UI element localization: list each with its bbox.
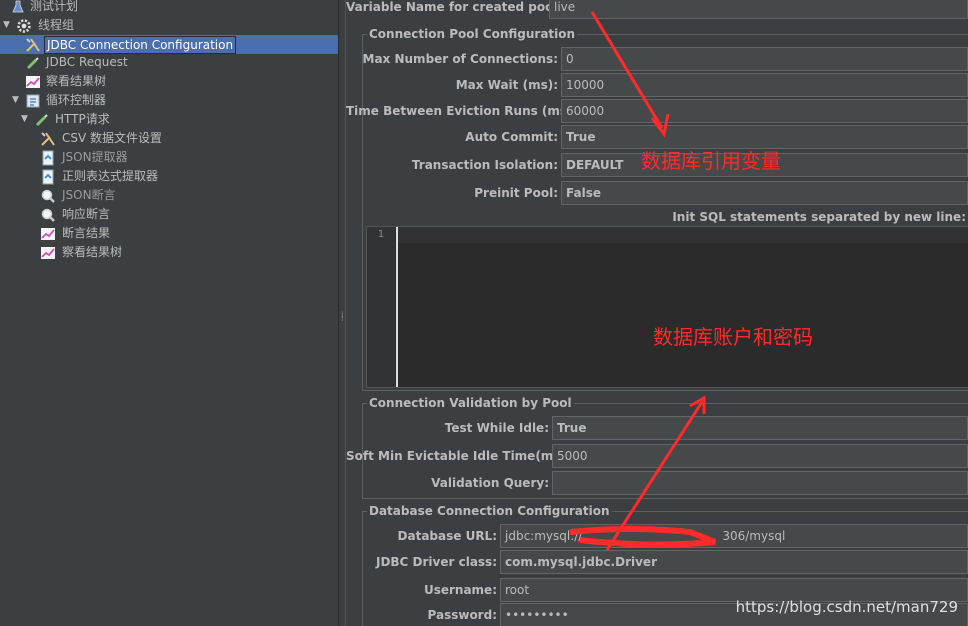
- expand-arrow-icon[interactable]: ▼: [12, 91, 22, 110]
- tree-item-label: HTTP请求: [55, 112, 110, 126]
- validation-query-row: Validation Query:: [346, 470, 968, 496]
- preinit-pool-row: Preinit Pool: False: [346, 180, 968, 206]
- magnifier-icon: [40, 188, 56, 204]
- max-wait-label: Max Wait (ms):: [455, 78, 558, 92]
- variable-name-row: Variable Name for created pool: live: [346, 0, 968, 20]
- graph-icon: [25, 74, 41, 90]
- tree-item-label: CSV 数据文件设置: [62, 131, 163, 145]
- wrench-icon: [25, 37, 41, 53]
- test-plan-tree[interactable]: 测试计划 ▼ 线程组 JDBC Connection Configuration…: [0, 0, 338, 626]
- expand-arrow-icon[interactable]: ▼: [21, 110, 31, 129]
- test-while-idle-label: Test While Idle:: [444, 421, 549, 435]
- tree-item-label: JDBC Connection Configuration: [44, 36, 237, 54]
- database-url-prefix: jdbc:mysql://: [505, 529, 583, 543]
- magnifier-icon: [40, 207, 56, 223]
- test-while-idle-row: Test While Idle: True: [346, 415, 968, 441]
- eviction-runs-input[interactable]: 60000: [561, 99, 968, 123]
- extractor-icon: [40, 169, 56, 185]
- max-connections-input[interactable]: 0: [561, 47, 968, 71]
- loop-icon: [25, 93, 41, 109]
- graph-icon: [40, 245, 56, 261]
- text-caret: [396, 227, 398, 387]
- extractor-icon: [40, 150, 56, 166]
- annotation-var-ref: 数据库引用变量: [641, 149, 781, 173]
- pane-splitter[interactable]: ⁞ ⁞: [338, 0, 346, 626]
- database-url-label: Database URL:: [397, 529, 497, 543]
- tree-item-label: JSON提取器: [62, 150, 128, 164]
- line-number-gutter: 1: [367, 227, 395, 387]
- variable-name-label: Variable Name for created pool:: [346, 0, 563, 14]
- max-wait-input[interactable]: 10000: [561, 73, 968, 97]
- max-connections-row: Max Number of Connections: 0: [346, 46, 968, 72]
- eviction-runs-row: Time Between Eviction Runs (ms): 60000: [346, 98, 968, 124]
- tree-item-label: 响应断言: [62, 207, 111, 221]
- database-url-suffix: 306/mysql: [722, 529, 786, 543]
- wrench-icon: [40, 131, 56, 147]
- variable-name-input[interactable]: live: [549, 0, 968, 19]
- annotation-account: 数据库账户和密码: [653, 325, 813, 349]
- tree-item-label: 察看结果树: [46, 74, 107, 88]
- watermark: https://blog.csdn.net/man729: [735, 598, 958, 616]
- preinit-pool-label: Preinit Pool:: [474, 186, 558, 200]
- tree-item-label: 断言结果: [62, 226, 111, 240]
- jdbc-driver-select[interactable]: com.mysql.jdbc.Driver: [500, 550, 968, 574]
- tree-item-label: 察看结果树: [62, 245, 123, 259]
- tree-item-label: 循环控制器: [46, 93, 107, 107]
- gear-icon: [16, 18, 32, 34]
- group-title: Connection Validation by Pool: [367, 396, 574, 410]
- transaction-isolation-label: Transaction Isolation:: [411, 158, 558, 172]
- pipette-icon: [25, 55, 41, 71]
- max-wait-row: Max Wait (ms): 10000: [346, 72, 968, 98]
- validation-query-label: Validation Query:: [431, 476, 549, 490]
- password-label: Password:: [427, 608, 498, 622]
- init-sql-editor[interactable]: 1: [366, 226, 968, 388]
- max-connections-label: Max Number of Connections:: [362, 52, 558, 66]
- test-while-idle-select[interactable]: True: [552, 416, 968, 440]
- jdbc-driver-label: JDBC Driver class:: [375, 555, 497, 569]
- group-title: Connection Pool Configuration: [367, 27, 578, 41]
- database-url-input[interactable]: jdbc:mysql:// 306/mysql: [500, 524, 968, 548]
- tree-item-label: JSON断言: [62, 188, 116, 202]
- soft-min-idle-label: Soft Min Evictable Idle Time(ms):: [346, 449, 571, 463]
- graph-icon: [40, 226, 56, 242]
- group-title: Database Connection Configuration: [367, 504, 612, 518]
- flask-icon: [10, 0, 26, 15]
- jdbc-config-panel: Variable Name for created pool: live Con…: [346, 0, 968, 626]
- eviction-runs-label: Time Between Eviction Runs (ms):: [346, 104, 578, 118]
- tree-item-label: 正则表达式提取器: [62, 169, 159, 183]
- pipette-icon: [34, 112, 50, 128]
- line-number: 1: [377, 229, 385, 240]
- expand-arrow-icon[interactable]: ▼: [3, 16, 13, 35]
- tree-item-label: 测试计划: [30, 0, 79, 13]
- current-line-highlight: [398, 227, 968, 243]
- soft-min-idle-row: Soft Min Evictable Idle Time(ms): 5000: [346, 443, 968, 469]
- jdbc-driver-row: JDBC Driver class: com.mysql.jdbc.Driver: [346, 549, 968, 575]
- database-url-row: Database URL: jdbc:mysql:// 306/mysql: [346, 523, 968, 549]
- preinit-pool-select[interactable]: False: [561, 181, 968, 205]
- soft-min-idle-input[interactable]: 5000: [552, 444, 968, 468]
- validation-query-input[interactable]: [552, 471, 968, 495]
- tree-item-label: JDBC Request: [46, 55, 128, 69]
- username-label: Username:: [423, 583, 497, 597]
- tree-item-label: 线程组: [38, 18, 75, 32]
- splitter-grip-icon: ⁞ ⁞: [341, 310, 344, 323]
- auto-commit-label: Auto Commit:: [465, 130, 558, 144]
